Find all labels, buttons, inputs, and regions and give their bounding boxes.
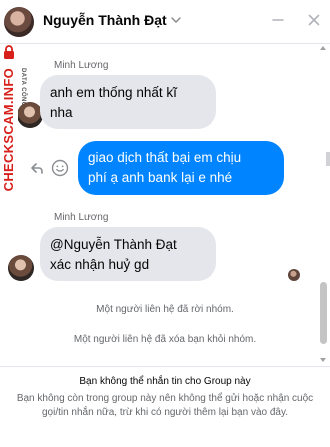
sender-name: Minh Lương [54,212,109,223]
system-notice: Một người liên hệ đã xóa bạn khỏi nhóm. [73,334,257,345]
seen-avatar [288,269,300,281]
message-line: nha [50,105,73,120]
chat-header: Nguyễn Thành Đạt [0,0,330,44]
sender-avatar[interactable] [8,255,34,281]
message-bubble-incoming[interactable]: @Nguyễn Thành Đạt xác nhận huỷ gd [40,227,216,281]
emoji-icon[interactable] [51,159,69,177]
contact-name[interactable]: Nguyễn Thành Đạt [43,12,167,28]
minimize-button[interactable] [270,12,286,28]
lock-icon [4,45,14,59]
message-bubble-outgoing[interactable]: giao dịch thất bại em chịu phí ạ anh ban… [78,141,284,195]
message-line: xác nhận huỷ gd [50,257,150,272]
notice-title: Bạn không thể nhắn tin cho Group này [79,376,251,387]
scroll-up-icon[interactable] [319,44,327,52]
notice-description: Bạn không còn trong group này nên không … [16,393,314,418]
sender-name: Minh Lương [54,60,109,71]
close-button[interactable] [306,12,322,28]
minimize-icon [272,19,284,21]
message-bubble-incoming[interactable]: anh em thống nhất kĩ nha [40,75,216,129]
watermark-text: CHECKSCAM.INFO [1,68,16,192]
close-icon [308,14,320,26]
contact-avatar[interactable] [4,7,34,37]
scrollbar[interactable] [319,44,327,364]
watermark: CHECKSCAM.INFO [0,44,18,234]
chat-window: Nguyễn Thành Đạt CHECKSCAM.INFO DATA CÔN… [0,0,330,447]
message-line: giao dịch thất bại em chịu [88,150,242,165]
edge-tab [326,152,330,166]
reply-icon[interactable] [30,161,44,175]
chevron-down-icon[interactable] [170,14,182,26]
message-line: phí ạ anh bank lại e nhé [88,170,233,185]
header-actions [270,12,322,28]
composer-disabled-notice: Bạn không thể nhắn tin cho Group này Bạn… [0,366,330,447]
system-notice: Một người liên hệ đã rời nhóm. [96,304,234,315]
message-line: anh em thống nhất kĩ [50,85,177,100]
scroll-down-icon[interactable] [319,356,327,364]
message-line: @Nguyễn Thành Đạt [50,237,177,252]
